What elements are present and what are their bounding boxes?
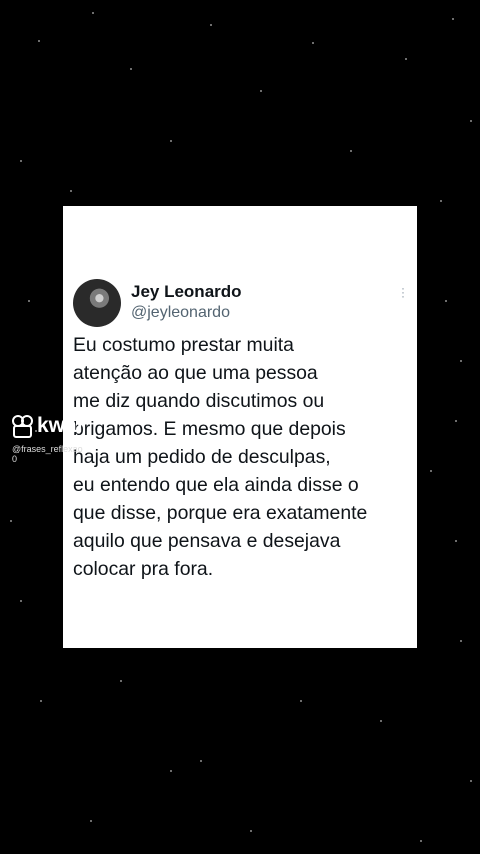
star — [300, 700, 302, 702]
kwai-username: @frases_reflexao — [12, 444, 83, 454]
star — [350, 150, 352, 152]
star — [170, 770, 172, 772]
star — [455, 420, 457, 422]
kwai-logo: kwai — [12, 414, 83, 438]
tweet-card: Jey Leonardo @jeyleonardo · · · Eu costumo… — [63, 206, 417, 648]
star — [70, 190, 72, 192]
star — [10, 520, 12, 522]
star — [460, 360, 462, 362]
star — [380, 720, 382, 722]
star — [170, 140, 172, 142]
more-vertical-icon[interactable]: · · · — [401, 282, 405, 302]
star — [440, 200, 442, 202]
star — [40, 700, 42, 702]
star — [460, 640, 462, 642]
star — [92, 12, 94, 14]
kwai-logo-icon — [12, 415, 34, 438]
star — [250, 830, 252, 832]
star — [470, 780, 472, 782]
tweet-text: Eu costumo prestar muita atenção ao que … — [73, 334, 368, 580]
star — [28, 300, 30, 302]
star — [20, 600, 22, 602]
author-name[interactable]: Jey Leonardo — [131, 282, 242, 302]
star — [430, 470, 432, 472]
star — [200, 760, 202, 762]
star — [420, 840, 422, 842]
star — [260, 90, 262, 92]
star — [210, 24, 212, 26]
author-avatar[interactable] — [73, 279, 121, 327]
star — [38, 40, 40, 42]
star — [445, 300, 447, 302]
author-handle[interactable]: @jeyleonardo — [131, 304, 230, 322]
kwai-id: 0 — [12, 454, 18, 464]
star — [120, 680, 122, 682]
star — [452, 18, 454, 20]
star — [470, 120, 472, 122]
star — [20, 160, 22, 162]
star — [455, 540, 457, 542]
kwai-watermark: kwai @frases_reflexao 0 — [12, 414, 83, 464]
star — [312, 42, 314, 44]
kwai-app-name: kwai — [37, 414, 83, 437]
star — [405, 58, 407, 60]
star — [130, 68, 132, 70]
star — [90, 820, 92, 822]
